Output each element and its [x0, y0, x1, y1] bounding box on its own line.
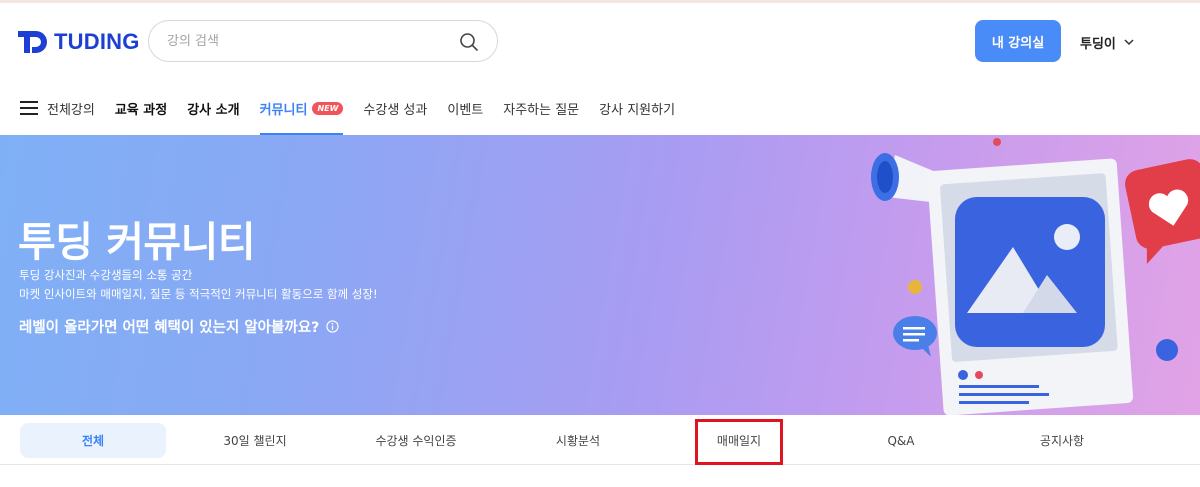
my-classroom-button[interactable]: 내 강의실	[975, 20, 1061, 62]
community-category-tabs: 전체 30일 챌린지 수강생 수익인증 시황분석 매매일지 Q&A 공지사항	[0, 415, 1200, 465]
user-menu[interactable]: 투딩이	[1080, 33, 1134, 52]
level-benefits-link[interactable]: 레벨이 올라가면 어떤 혜택이 있는지 알아볼까요?	[19, 316, 340, 337]
chevron-down-icon	[1124, 39, 1134, 46]
nav-item-curriculum[interactable]: 교육 과정	[115, 81, 167, 135]
info-icon[interactable]	[326, 320, 340, 333]
heart-bubble-icon	[1125, 159, 1200, 265]
tab-student-profit[interactable]: 수강생 수익인증	[343, 423, 489, 458]
header: TUDING 내 강의실 투딩이	[0, 3, 1200, 81]
search-icon[interactable]	[459, 32, 479, 52]
chat-bubble-icon	[893, 316, 937, 357]
nav-item-events[interactable]: 이벤트	[447, 81, 483, 135]
search-input[interactable]	[167, 30, 447, 52]
tab-notice[interactable]: 공지사항	[989, 423, 1135, 458]
tab-30day-challenge[interactable]: 30일 챌린지	[182, 423, 328, 458]
logo[interactable]: TUDING	[18, 29, 140, 55]
banner-title: 투딩 커뮤니티	[18, 218, 256, 266]
nav-item-all-courses[interactable]: 전체강의	[47, 81, 95, 135]
nav-item-community[interactable]: 커뮤니티 NEW	[259, 81, 344, 135]
decor-sphere	[908, 280, 922, 294]
decor-sphere	[1156, 339, 1178, 361]
logo-text: TUDING	[54, 29, 140, 54]
tab-all[interactable]: 전체	[20, 423, 166, 458]
nav-item-instructors[interactable]: 강사 소개	[187, 81, 239, 135]
main-nav: 전체강의 교육 과정 강사 소개 커뮤니티 NEW 수강생 성과 이벤트 자주하…	[0, 81, 1200, 135]
community-illustration	[871, 138, 1200, 415]
new-badge: NEW	[312, 101, 344, 115]
tab-trading-journal[interactable]: 매매일지	[666, 423, 812, 458]
community-banner: 투딩 커뮤니티 투딩 강사진과 수강생들의 소통 공간 마켓 인사이트와 매매일…	[0, 135, 1200, 415]
nav-item-apply-instructor[interactable]: 강사 지원하기	[599, 81, 675, 135]
tab-qna[interactable]: Q&A	[828, 423, 974, 458]
search-box[interactable]	[148, 20, 498, 62]
nav-item-student-results[interactable]: 수강생 성과	[363, 81, 427, 135]
decor-sphere	[993, 138, 1001, 146]
menu-icon[interactable]	[20, 101, 38, 115]
tuding-logo-icon	[18, 31, 47, 53]
tab-market-analysis[interactable]: 시황분석	[505, 423, 651, 458]
image-icon	[955, 197, 1105, 347]
banner-description: 투딩 강사진과 수강생들의 소통 공간 마켓 인사이트와 매매일지, 질문 등 …	[19, 268, 378, 301]
nav-item-faq[interactable]: 자주하는 질문	[503, 81, 579, 135]
user-name: 투딩이	[1080, 37, 1116, 52]
